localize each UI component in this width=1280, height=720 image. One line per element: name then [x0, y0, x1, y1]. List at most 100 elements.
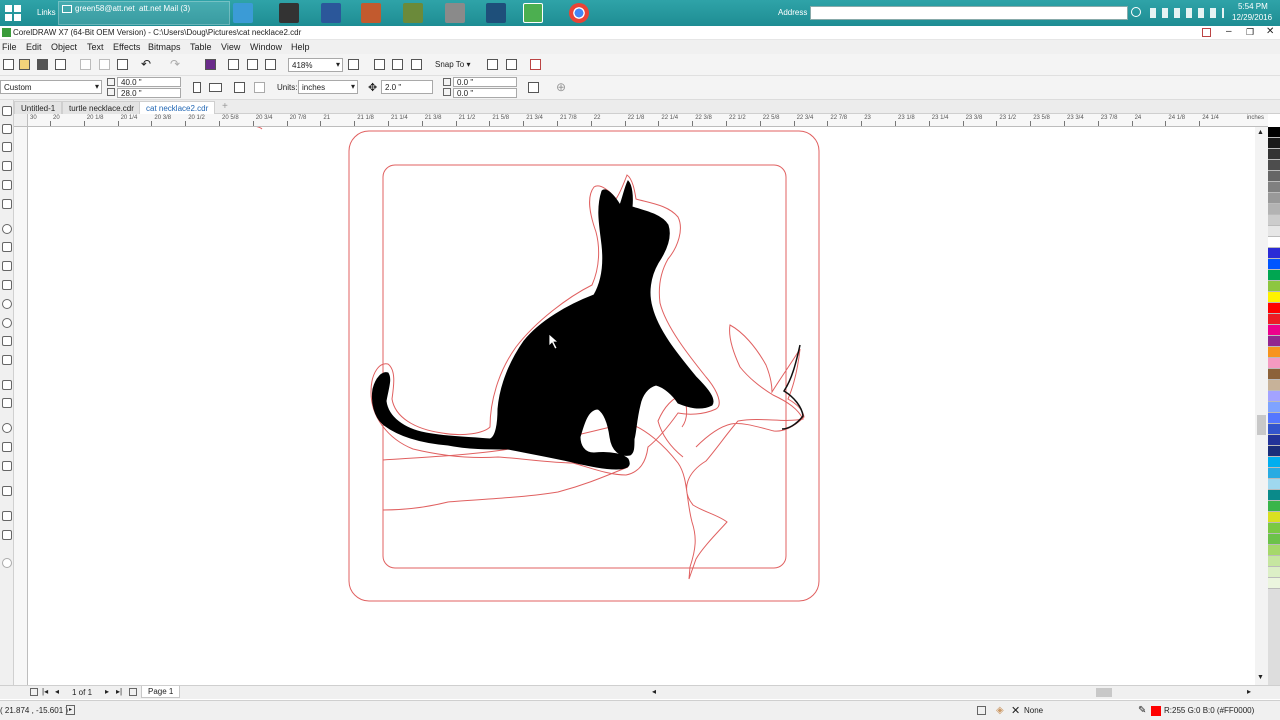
menu-bitmaps[interactable]: Bitmaps: [148, 42, 181, 52]
restore-button[interactable]: ❐: [1246, 27, 1254, 38]
palette-swatch[interactable]: [1268, 171, 1280, 182]
save-icon[interactable]: [37, 59, 48, 70]
palette-swatch[interactable]: [1268, 237, 1280, 248]
undo-icon[interactable]: ↶: [141, 57, 151, 71]
palette-swatch[interactable]: [1268, 303, 1280, 314]
palette-swatch[interactable]: [1268, 391, 1280, 402]
scroll-right-icon[interactable]: ▸: [1247, 687, 1251, 696]
landscape-icon[interactable]: [209, 83, 222, 92]
palette-swatch[interactable]: [1268, 446, 1280, 457]
open-icon[interactable]: [19, 59, 30, 70]
horizontal-ruler[interactable]: 30 20 20 1/8 20 1/4 20 3/8 20 1/2 20 5/8 20 3/4…: [28, 114, 1268, 127]
palette-swatch[interactable]: [1268, 270, 1280, 281]
menu-file[interactable]: File: [2, 42, 17, 52]
paste-icon[interactable]: [117, 59, 128, 70]
palette-swatch[interactable]: [1268, 336, 1280, 347]
silhouette-studio-icon[interactable]: [486, 3, 506, 23]
color-palette[interactable]: [1268, 127, 1280, 685]
scroll-left-icon[interactable]: ◂: [652, 687, 656, 696]
smudge-tool-icon[interactable]: [2, 180, 12, 190]
app-icon-pencil[interactable]: [403, 3, 423, 23]
menu-help[interactable]: Help: [291, 42, 310, 52]
palette-swatch[interactable]: [1268, 457, 1280, 468]
internet-explorer-icon[interactable]: [233, 3, 253, 23]
palette-swatch[interactable]: [1268, 226, 1280, 237]
palette-swatch[interactable]: [1268, 369, 1280, 380]
refresh-icon[interactable]: [1131, 7, 1141, 17]
tab-untitled-1[interactable]: Untitled-1: [14, 101, 63, 114]
palette-swatch[interactable]: [1268, 545, 1280, 556]
full-screen-icon[interactable]: [348, 59, 359, 70]
vertical-scroll-thumb[interactable]: [1257, 415, 1266, 435]
palette-swatch[interactable]: [1268, 578, 1280, 589]
account-icon[interactable]: [1202, 28, 1211, 37]
word-icon[interactable]: [321, 3, 341, 23]
print-icon[interactable]: [55, 59, 66, 70]
palette-swatch[interactable]: [1268, 512, 1280, 523]
smart-fill-icon[interactable]: [2, 511, 12, 521]
windows-start-icon[interactable]: [4, 4, 22, 22]
copy-icon[interactable]: [99, 59, 110, 70]
page-1-tab[interactable]: Page 1: [141, 686, 181, 698]
palette-swatch[interactable]: [1268, 193, 1280, 204]
palette-swatch[interactable]: [1268, 402, 1280, 413]
palette-swatch[interactable]: [1268, 325, 1280, 336]
menu-view[interactable]: View: [221, 42, 240, 52]
duplicate-y-input[interactable]: 0.0 ": [453, 88, 517, 98]
palette-swatch[interactable]: [1268, 523, 1280, 534]
options-icon[interactable]: [487, 59, 498, 70]
palette-swatch[interactable]: [1268, 556, 1280, 567]
last-page-icon[interactable]: ▸|: [116, 687, 122, 696]
import-icon[interactable]: [228, 59, 239, 70]
cut-icon[interactable]: [80, 59, 91, 70]
vertical-scrollbar[interactable]: ▲ ▼: [1255, 127, 1268, 685]
drop-shadow-tool-icon[interactable]: [2, 423, 12, 433]
scroll-up-icon[interactable]: ▲: [1257, 129, 1264, 136]
publish-pdf-icon[interactable]: [265, 59, 276, 70]
drawing-canvas[interactable]: [28, 127, 1268, 685]
palette-swatch[interactable]: [1268, 501, 1280, 512]
palette-swatch[interactable]: [1268, 127, 1280, 138]
zoom-tool-icon[interactable]: [2, 224, 12, 234]
color-proof-icon[interactable]: [977, 706, 986, 715]
palette-swatch[interactable]: [1268, 204, 1280, 215]
palette-swatch[interactable]: [1268, 259, 1280, 270]
interactive-fill-icon[interactable]: [2, 486, 12, 496]
units-settings-icon[interactable]: [528, 82, 539, 93]
palette-swatch[interactable]: [1268, 424, 1280, 435]
next-page-icon[interactable]: ▸: [105, 687, 109, 696]
new-tab-plus-icon[interactable]: +: [222, 101, 228, 112]
freehand-tool-icon[interactable]: [2, 261, 12, 271]
app-icon-printer[interactable]: [445, 3, 465, 23]
palette-swatch[interactable]: [1268, 435, 1280, 446]
tray-icons[interactable]: [1150, 8, 1224, 18]
crop-tool-icon[interactable]: [2, 142, 12, 152]
adjacent-object-edge[interactable]: [28, 127, 263, 130]
page-options-icon[interactable]: [30, 688, 38, 696]
add-tool-icon[interactable]: [2, 558, 12, 568]
menu-object[interactable]: Object: [51, 42, 77, 52]
tab-turtle-necklace[interactable]: turtle necklace.cdr: [62, 101, 141, 114]
menu-text[interactable]: Text: [87, 42, 104, 52]
palette-swatch[interactable]: [1268, 479, 1280, 490]
menu-effects[interactable]: Effects: [113, 42, 140, 52]
duplicate-x-input[interactable]: 0.0 ": [453, 77, 517, 87]
new-icon[interactable]: [3, 59, 14, 70]
first-page-icon[interactable]: |◂: [42, 687, 48, 696]
nudge-distance-input[interactable]: 2.0 ": [381, 80, 433, 94]
show-guidelines-icon[interactable]: [411, 59, 422, 70]
palette-swatch[interactable]: [1268, 149, 1280, 160]
palette-swatch[interactable]: [1268, 380, 1280, 391]
polygon-tool-icon[interactable]: [2, 318, 12, 328]
transparency-tool-icon[interactable]: [2, 442, 12, 452]
address-input[interactable]: [810, 6, 1128, 20]
knife-tool-icon[interactable]: [2, 161, 12, 171]
app-icon-files[interactable]: [361, 3, 381, 23]
palette-swatch[interactable]: [1268, 468, 1280, 479]
menu-edit[interactable]: Edit: [26, 42, 42, 52]
app-launcher-icon[interactable]: [506, 59, 517, 70]
pick-tool-icon[interactable]: [2, 106, 12, 116]
palette-swatch[interactable]: [1268, 490, 1280, 501]
menu-window[interactable]: Window: [250, 42, 282, 52]
scroll-down-icon[interactable]: ▼: [1257, 674, 1264, 681]
